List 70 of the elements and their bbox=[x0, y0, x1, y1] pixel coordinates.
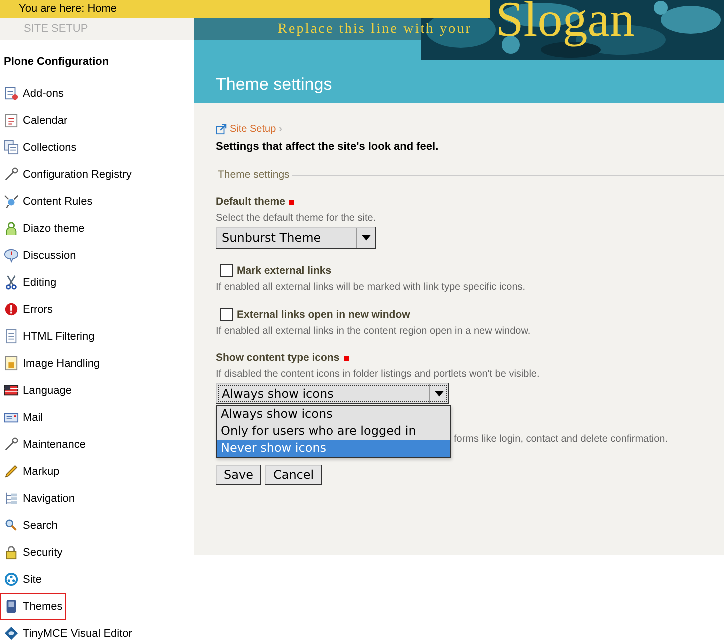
checkbox-label: Mark external links bbox=[237, 264, 332, 276]
sidebar-item[interactable]: Maintenance bbox=[0, 431, 89, 458]
caret-icon bbox=[434, 390, 444, 396]
intro-text: Settings that affect the site's look and feel. bbox=[216, 141, 440, 153]
external-link-icon bbox=[216, 124, 227, 135]
phone-icon bbox=[4, 599, 19, 614]
form-button[interactable]: Cancel bbox=[265, 465, 322, 485]
lock-icon bbox=[4, 545, 19, 560]
field-description: If enabled all external links in the content region open in a new window. bbox=[216, 326, 532, 337]
fieldset-legend: Theme settings bbox=[216, 169, 292, 181]
dropdown[interactable]: Sunburst Theme bbox=[216, 227, 376, 249]
field-description: If enabled all external links will be marked with link type specific icons. bbox=[216, 282, 527, 293]
pencil-icon bbox=[4, 464, 19, 479]
calendar-icon bbox=[4, 113, 19, 128]
field-description: Select the default theme for the site. bbox=[216, 213, 378, 224]
sidebar-item[interactable]: Add-ons bbox=[0, 80, 67, 107]
page-title: Theme settings bbox=[216, 75, 332, 95]
sidebar-item[interactable]: Markup bbox=[0, 458, 63, 485]
sidebar-item[interactable]: Content Rules bbox=[0, 188, 96, 215]
person-icon bbox=[4, 221, 19, 236]
sidebar-heading: Plone Configuration bbox=[3, 55, 110, 70]
sidebar-item[interactable]: Collections bbox=[0, 134, 80, 161]
sidebar-item[interactable]: Calendar bbox=[0, 107, 71, 134]
sidebar-item[interactable]: Language bbox=[0, 377, 75, 404]
dropdown[interactable]: Always show icons bbox=[216, 383, 449, 404]
dropdown-option[interactable]: Only for users who are logged in bbox=[217, 423, 450, 440]
speech-bubble-icon bbox=[4, 248, 19, 263]
sidebar-item[interactable]: Search bbox=[0, 512, 61, 539]
network-icon bbox=[4, 194, 19, 209]
field-label: Show content type icons bbox=[216, 352, 340, 364]
breadcrumb-text: You are here: Home bbox=[19, 3, 118, 15]
checkbox-label: External links open in new window bbox=[237, 308, 410, 320]
sidebar-item[interactable]: Site bbox=[0, 566, 45, 593]
documents-icon bbox=[4, 140, 19, 155]
search-icon bbox=[4, 518, 19, 533]
caret-icon bbox=[362, 235, 370, 241]
field-description: forms like login, contact and delete confirmation. bbox=[454, 434, 668, 445]
flag-icon bbox=[4, 383, 19, 398]
checkbox[interactable] bbox=[220, 308, 233, 321]
image-icon bbox=[4, 356, 19, 371]
slogan: Slogan bbox=[496, 0, 635, 47]
form-button[interactable]: Save bbox=[216, 465, 262, 485]
diamond-icon bbox=[4, 626, 19, 641]
sidebar-item[interactable]: TinyMCE Visual Editor bbox=[0, 620, 136, 644]
sidebar-item[interactable]: Security bbox=[0, 539, 66, 566]
dropdown-option[interactable]: Never show icons bbox=[217, 440, 450, 457]
error-icon bbox=[4, 302, 19, 317]
sidebar-item[interactable]: Editing bbox=[0, 269, 60, 296]
sidebar-item[interactable]: HTML Filtering bbox=[0, 323, 98, 350]
sidebar-item[interactable]: Discussion bbox=[0, 242, 80, 269]
breadcrumb-separator: › bbox=[279, 124, 282, 135]
sidebar-item[interactable]: Themes bbox=[0, 593, 66, 620]
checkbox[interactable] bbox=[220, 264, 233, 277]
package-icon bbox=[4, 86, 19, 101]
sidebar-item[interactable]: Mail bbox=[0, 404, 46, 431]
scissors-icon bbox=[4, 275, 19, 290]
globe-icon bbox=[4, 572, 19, 587]
sidebar-item[interactable]: Diazo theme bbox=[0, 215, 88, 242]
sidebar-item[interactable]: Image Handling bbox=[0, 350, 104, 377]
sidebar-item[interactable]: Configuration Registry bbox=[0, 161, 135, 188]
tree-icon bbox=[4, 491, 19, 506]
wrench-icon bbox=[4, 437, 19, 452]
field-label: Default theme bbox=[216, 196, 286, 208]
document-icon bbox=[4, 329, 19, 344]
wrench-icon bbox=[4, 167, 19, 182]
field-description: If disabled the content icons in folder listings and portlets won't be visible. bbox=[216, 369, 541, 380]
sidebar-item[interactable]: Errors bbox=[0, 296, 56, 323]
tagline: Replace this line with your bbox=[278, 22, 472, 38]
dropdown-option[interactable]: Always show icons bbox=[217, 406, 450, 423]
sidebar-item[interactable]: Navigation bbox=[0, 485, 78, 512]
